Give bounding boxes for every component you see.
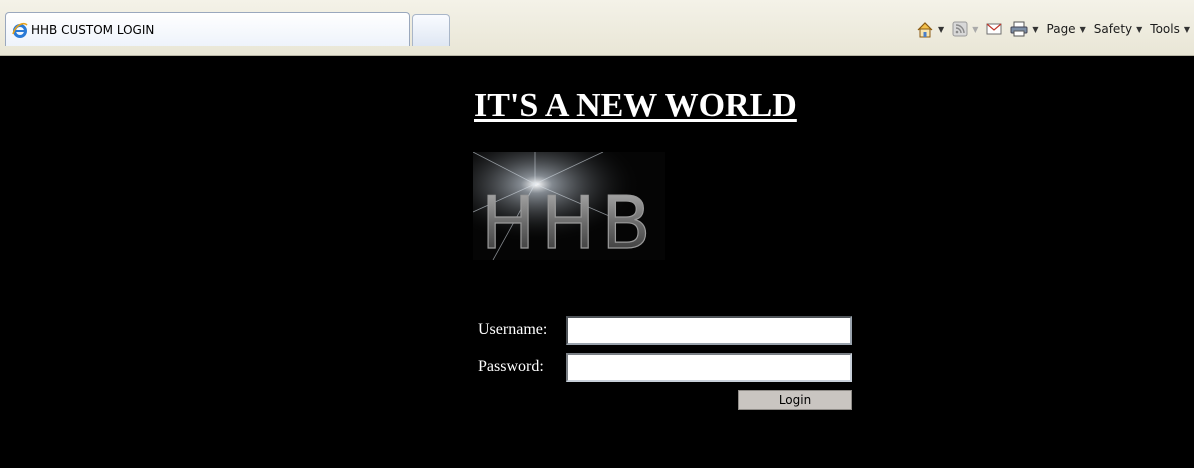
print-button[interactable]: ▼ [1010,21,1039,37]
password-label: Password: [478,358,544,375]
username-row: Username: [478,315,852,345]
command-bar: ▼ ▼ ▼ Page ▼ Safety ▼ Tools ▼ [916,12,1190,46]
tools-menu-label: Tools [1150,22,1180,36]
page-menu-label: Page [1046,22,1076,36]
read-mail-button[interactable] [986,22,1002,36]
rss-feed-icon [952,21,968,37]
page-content: IT'S A NEW WORLD HHB Username: Password:… [8,57,1186,461]
username-label: Username: [478,321,548,338]
new-tab-button[interactable] [412,14,450,46]
browser-tab-active[interactable]: HHB CUSTOM LOGIN [5,12,410,46]
safety-menu-label: Safety [1093,22,1133,36]
home-dropdown-arrow-icon[interactable]: ▼ [938,25,944,34]
chevron-down-icon: ▼ [1136,24,1143,34]
feeds-button[interactable]: ▼ [952,21,978,37]
safety-menu[interactable]: Safety ▼ [1094,22,1143,36]
chevron-down-icon: ▼ [1183,24,1190,34]
login-button[interactable]: Login [738,390,852,410]
hhb-logo: HHB [473,152,665,260]
page-menu[interactable]: Page ▼ [1047,22,1086,36]
chevron-down-icon: ▼ [1079,24,1086,34]
password-input[interactable] [566,352,852,382]
home-button[interactable]: ▼ [916,21,944,38]
home-icon [917,21,933,37]
print-icon [1010,21,1028,37]
tools-menu[interactable]: Tools ▼ [1150,22,1190,36]
username-input[interactable] [566,315,852,345]
read-mail-icon [986,23,1002,35]
browser-toolbar: HHB CUSTOM LOGIN ▼ ▼ ▼ Page ▼ Safety ▼ T… [0,0,1194,56]
feeds-dropdown-arrow-icon[interactable]: ▼ [972,25,978,34]
page-headline: IT'S A NEW WORLD [474,87,797,124]
password-row: Password: [478,352,852,382]
internet-explorer-icon [12,22,28,38]
logo-text: HHB [481,181,657,260]
tab-title: HHB CUSTOM LOGIN [31,22,155,37]
print-dropdown-arrow-icon[interactable]: ▼ [1032,25,1038,34]
